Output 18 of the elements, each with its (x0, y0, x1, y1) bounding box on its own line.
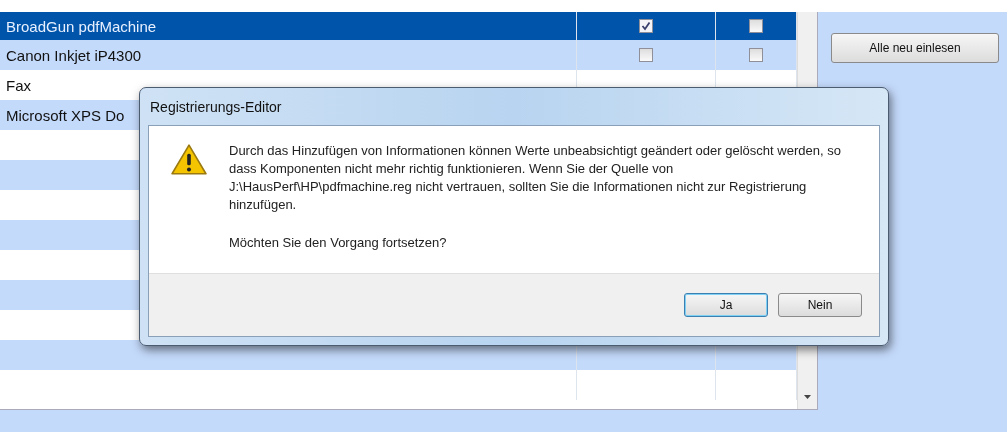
dialog-button[interactable]: Ja (684, 293, 768, 317)
checkbox[interactable] (639, 19, 653, 33)
grid-row[interactable]: BroadGun pdfMachine (0, 12, 797, 40)
dialog-message: Durch das Hinzufügen von Informationen können Werte unbeabsichtigt geändert oder gelöscht werden, so dass Komponenten nicht mehr richtig funktionieren. Wenn Sie der Quelle von J:\HausPerf\HP\pdfmachine.reg nicht vertrauen, sollten Sie die Informationen nicht zur Registrierung hinzufügen. (229, 142, 842, 214)
checkbox[interactable] (749, 48, 763, 62)
printer-name: Fax (6, 76, 31, 94)
printer-name: BroadGun pdfMachine (6, 17, 157, 35)
dialog-question: Möchten Sie den Vorgang fortsetzen? (229, 234, 447, 252)
scroll-down-icon[interactable] (804, 395, 811, 399)
checkbox[interactable] (639, 48, 653, 62)
checkbox[interactable] (749, 19, 763, 33)
printer-name: Canon Inkjet iP4300 (6, 46, 142, 64)
dialog-button[interactable]: Nein (778, 293, 862, 317)
dialog-title: Registrierungs-Editor (149, 97, 283, 117)
reload-button[interactable]: Alle neu einlesen (831, 33, 999, 63)
warning-icon (171, 144, 207, 176)
grid-row[interactable]: Canon Inkjet iP4300 (0, 40, 797, 70)
printer-name: Microsoft XPS Do (6, 106, 125, 124)
